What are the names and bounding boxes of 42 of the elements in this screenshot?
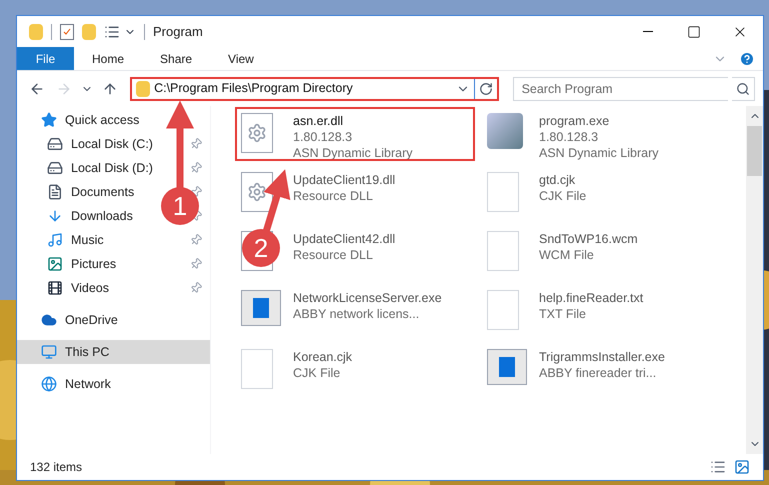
file-detail: TXT File [539,306,587,322]
file-name[interactable]: NetworkLicenseServer.exe [293,290,442,306]
sidebar-item[interactable]: Local Disk (D:) [71,158,153,178]
file-name[interactable]: Korean.cjk [293,349,352,365]
file-detail: ASN Dynamic Library [293,145,412,161]
file-detail: CJK File [293,365,342,381]
file-detail: Resource DLL [293,247,374,263]
file-name[interactable]: SndToWP16.wcm [539,231,638,247]
file-name[interactable]: TrigrammsInstaller.exe [539,349,665,365]
file-name[interactable]: UpdateClient19.dll [293,172,396,188]
sidebar-item[interactable]: Network [65,374,111,394]
sidebar-item[interactable]: Quick access [65,110,140,130]
file-detail: ASN Dynamic Library [539,145,658,161]
item-count: 132 items [30,459,82,476]
file-detail: CJK File [539,188,586,204]
ribbon-tab[interactable]: Share [142,47,210,70]
sidebar-item[interactable]: Documents [71,182,134,202]
sidebar-item[interactable]: Pictures [71,254,116,274]
sidebar-item[interactable]: Downloads [71,206,133,226]
file-detail: Resource DLL [293,188,374,204]
ribbon-tab[interactable]: View [210,47,272,70]
file-detail: 1.80.128.3 [293,129,354,145]
file-detail: ABBY network licens... [293,306,420,322]
sidebar-item[interactable]: Music [71,230,104,250]
sidebar-item[interactable]: OneDrive [65,310,118,330]
file-name[interactable]: UpdateClient42.dll [293,231,396,247]
sidebar-item[interactable]: This PC [65,342,110,362]
search-field[interactable]: Search Program [512,76,728,100]
ribbon-tab[interactable]: File [17,47,74,70]
file-detail: 1.80.128.3 [539,129,600,145]
window-title: Program [153,22,203,41]
file-name[interactable]: gtd.cjk [539,172,586,188]
file-name[interactable]: help.fineReader.txt [539,290,644,306]
file-name[interactable]: program.exe [539,113,658,129]
file-detail: ABBY finereader tri... [539,365,658,381]
address-path: C:\Program Files\Program Directory [154,80,354,98]
sidebar-item[interactable]: Local Disk (C:) [71,134,153,154]
sidebar-item[interactable]: Videos [71,278,109,298]
ribbon-tab[interactable]: Home [74,47,142,70]
address-bar[interactable]: C:\Program Files\Program Directory [130,76,499,100]
file-detail: WCM File [539,247,595,263]
file-name[interactable]: asn.er.dll [293,113,412,129]
